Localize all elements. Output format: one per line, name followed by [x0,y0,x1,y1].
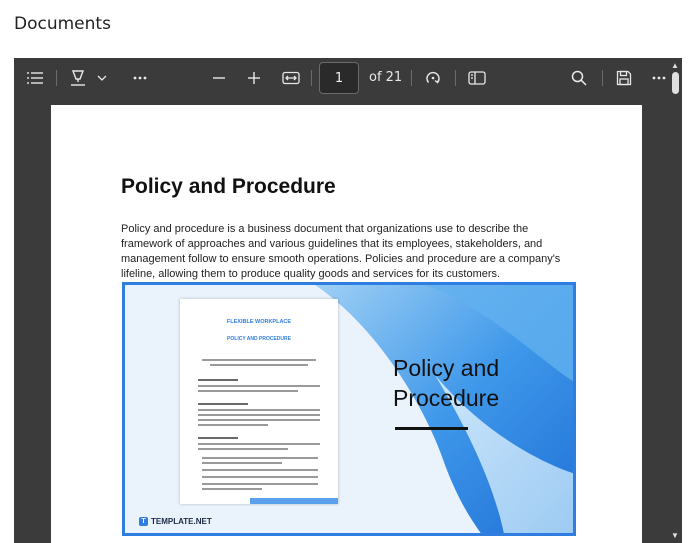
banner-title-line: Policy and [393,355,500,381]
toolbar-divider [602,70,603,86]
thumbnail-text-line [202,488,262,490]
more-options-icon[interactable] [131,68,149,88]
document-paragraph: Policy and procedure is a business docum… [121,223,561,280]
vertical-scrollbar[interactable]: ▲ ▼ [668,58,682,543]
zoom-out-icon[interactable] [210,68,228,88]
page-title: Documents [14,14,111,34]
thumbnail-text-line [202,476,318,478]
thumbnail-heading: FLEXIBLE WORKPLACE [226,319,292,325]
toolbar-divider [56,70,57,86]
thumbnail-text-line [202,359,316,361]
thumbnail-text-line [202,462,282,464]
more-icon[interactable] [650,68,668,88]
scroll-up-arrow-icon[interactable]: ▲ [671,62,679,70]
thumbnail-text-line [198,448,288,450]
toolbar-divider [411,70,412,86]
thumbnail-text-line [198,424,268,426]
search-icon[interactable] [569,68,589,88]
thumbnail-text-line [198,414,320,416]
scroll-down-arrow-icon[interactable]: ▼ [671,532,679,540]
brand-mark-icon: T [139,517,148,526]
document-page: Policy and Procedure Policy and procedur… [51,105,642,543]
thumbnail-text-line [198,403,248,405]
save-icon[interactable] [614,68,634,88]
fit-page-icon[interactable] [280,68,302,88]
thumbnail-text-line [198,437,238,439]
thumbnail-subheading: POLICY AND PROCEDURE [227,336,291,342]
thumbnail-text-line [202,457,318,459]
draw-icon[interactable] [68,68,88,88]
page-view-icon[interactable] [466,68,488,88]
brand-logo: T TEMPLATE.NET [139,517,212,526]
page-total-label: of 21 [369,70,403,85]
document-title: Policy and Procedure [121,175,336,198]
brand-name: TEMPLATE.NET [151,517,212,526]
cover-image: FLEXIBLE WORKPLACE POLICY AND PROCEDURE [122,282,576,536]
thumbnail-text-line [198,390,298,392]
thumbnail-text-line [202,469,318,471]
page-number-input[interactable]: 1 [319,62,359,94]
thumbnail-accent-bar [250,498,338,504]
scrollbar-thumb[interactable] [672,72,679,94]
banner-title-line: Procedure [393,385,500,411]
banner-underline [395,427,468,430]
toolbar-divider [311,70,312,86]
toolbar-divider [455,70,456,86]
contents-list-icon[interactable] [24,68,46,88]
thumbnail-text-line [202,483,318,485]
thumbnail-text-line [198,409,320,411]
thumbnail-text-line [198,379,238,381]
thumbnail-text-line [198,385,320,387]
zoom-in-icon[interactable] [245,68,263,88]
banner-title: Policy and Procedure [393,353,499,413]
chevron-down-icon[interactable] [96,68,108,88]
pdf-toolbar: 1 of 21 [14,58,682,98]
document-thumbnail: FLEXIBLE WORKPLACE POLICY AND PROCEDURE [180,299,338,504]
thumbnail-text-line [198,419,320,421]
thumbnail-text-line [198,443,320,445]
rotate-icon[interactable] [422,68,444,88]
thumbnail-text-line [210,364,308,366]
